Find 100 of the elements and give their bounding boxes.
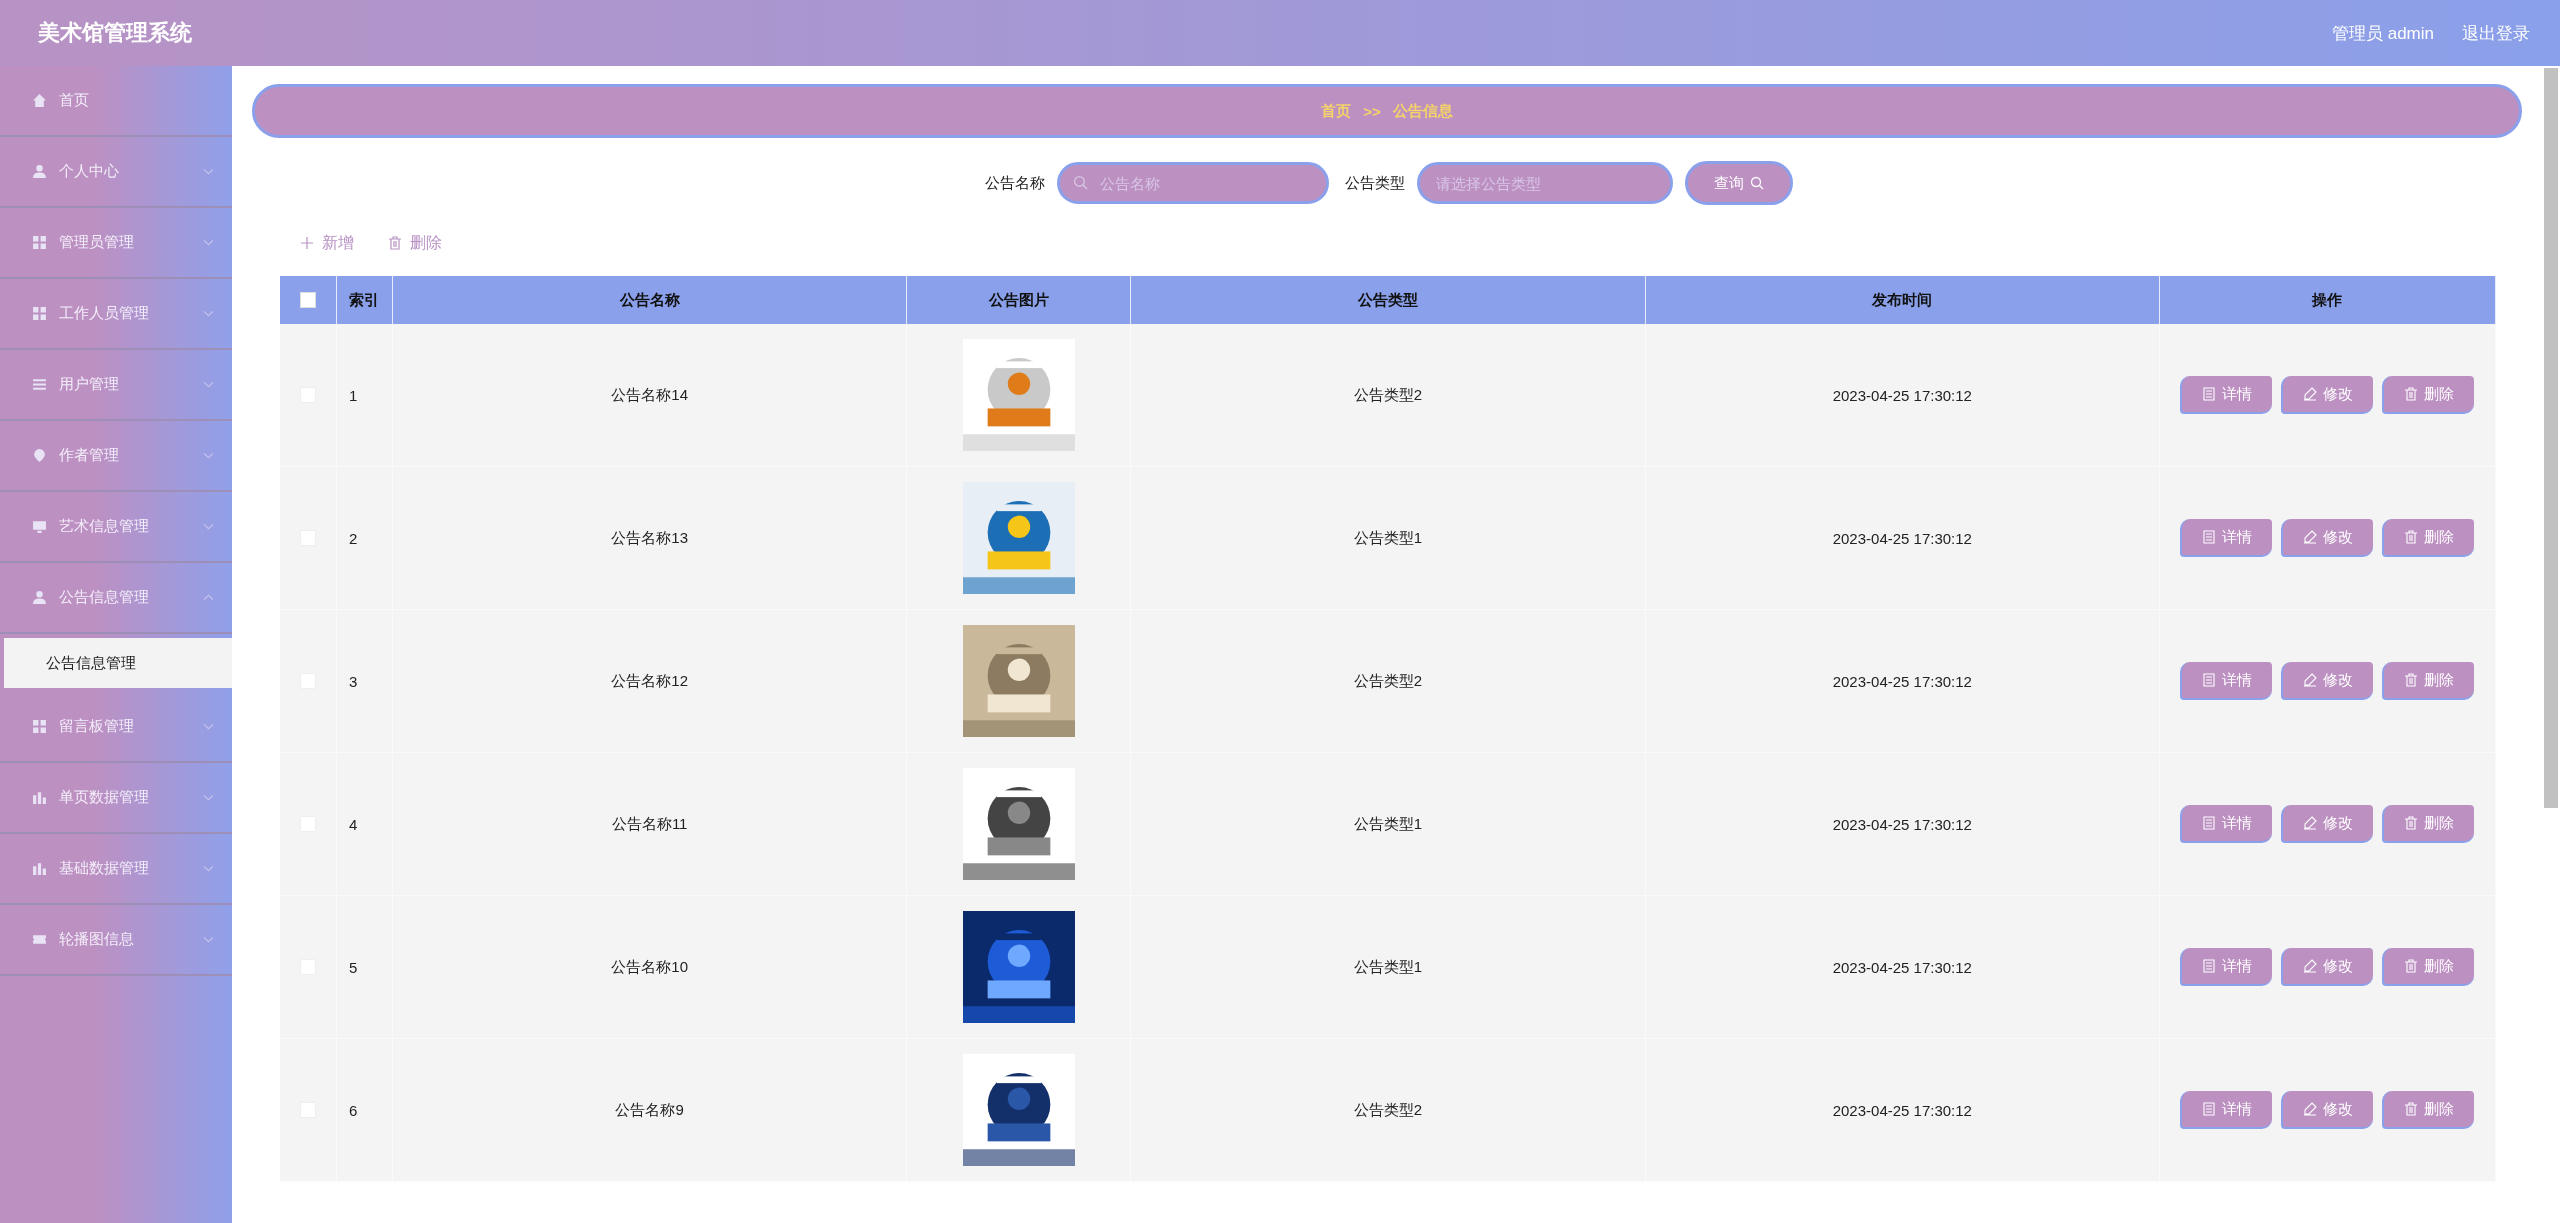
chevron-icon	[203, 723, 214, 730]
table-cell: 公告类型1	[1353, 528, 1423, 548]
menu-item[interactable]: 管理员管理	[0, 208, 232, 279]
row-action-button[interactable]: 删除	[2382, 376, 2475, 414]
chevron-icon	[203, 381, 214, 388]
ticket-icon	[32, 932, 47, 947]
chevron-icon	[203, 452, 214, 459]
row-action-button[interactable]: 修改	[2281, 805, 2374, 843]
user-icon	[32, 164, 47, 179]
menu-item[interactable]: 留言板管理	[0, 692, 232, 763]
pencil-icon	[2303, 673, 2318, 687]
table-cell: 公告类型2	[1353, 671, 1423, 691]
chevron-icon	[203, 794, 214, 801]
chevron-icon	[203, 168, 214, 175]
row-action-button[interactable]: 详情	[2180, 1091, 2273, 1129]
menu-item[interactable]: 工作人员管理	[0, 279, 232, 350]
search-icon	[1073, 175, 1088, 190]
pencil-icon	[2303, 530, 2318, 544]
document-icon	[2202, 530, 2217, 544]
chevron-icon	[203, 310, 214, 317]
query-button[interactable]: 查询	[1685, 161, 1793, 205]
row-action-button[interactable]: 详情	[2180, 805, 2273, 843]
table-cell: 公告类型1	[1353, 814, 1423, 834]
pencil-icon	[2303, 816, 2318, 830]
scrollbar[interactable]	[2544, 68, 2558, 808]
search-icon	[1750, 176, 1764, 190]
row-action-button[interactable]: 修改	[2281, 1091, 2374, 1129]
row-action-button[interactable]: 详情	[2180, 376, 2273, 414]
menu-item[interactable]: 作者管理	[0, 421, 232, 492]
table-cell: 4	[349, 815, 358, 833]
row-action-button[interactable]: 删除	[2382, 519, 2475, 557]
table-cell: 公告名称13	[611, 528, 688, 548]
table-cell: 公告名称11	[611, 814, 688, 834]
table-cell: 2023-04-25 17:30:12	[1832, 1101, 1972, 1119]
admin-name: 管理员 admin	[2331, 22, 2434, 45]
grid-icon	[32, 306, 47, 321]
menu-item[interactable]: 艺术信息管理	[0, 492, 232, 563]
table-cell: 2023-04-25 17:30:12	[1832, 529, 1972, 547]
trash-icon	[2404, 673, 2419, 687]
row-action-button[interactable]: 详情	[2180, 662, 2273, 700]
table-cell: 2	[349, 529, 358, 547]
pencil-icon	[2303, 387, 2318, 401]
breadcrumb-item[interactable]: 首页	[1321, 101, 1352, 121]
table-cell: 公告名称12	[611, 671, 688, 691]
pencil-icon	[2303, 1102, 2318, 1116]
menu-item[interactable]: 公告信息管理	[0, 563, 232, 634]
home-icon	[32, 93, 47, 108]
logout-link[interactable]: 退出登录	[2462, 21, 2530, 45]
field-label: 公告类型	[1345, 173, 1405, 193]
pin-icon	[32, 448, 47, 463]
table-cell: 1	[349, 386, 358, 404]
list-icon	[32, 377, 47, 392]
table-cell: 公告类型2	[1353, 385, 1423, 405]
row-action-button[interactable]: 删除	[2382, 948, 2475, 986]
table-cell: 2023-04-25 17:30:12	[1832, 958, 1972, 976]
chevron-icon	[203, 936, 214, 943]
chart-icon	[32, 790, 47, 805]
breadcrumb-item: >>	[1363, 102, 1381, 120]
select-all-checkbox[interactable]	[300, 292, 316, 308]
row-action-button[interactable]: 详情	[2180, 519, 2273, 557]
chevron-icon	[203, 865, 214, 872]
table-cell: 公告名称14	[611, 385, 688, 405]
breadcrumb-item[interactable]: 公告信息	[1392, 101, 1453, 121]
trash-icon	[388, 236, 402, 250]
table-cell: 公告名称10	[611, 957, 688, 977]
document-icon	[2202, 959, 2217, 973]
row-action-button[interactable]: 修改	[2281, 376, 2374, 414]
table-cell: 2023-04-25 17:30:12	[1832, 386, 1972, 404]
row-action-button[interactable]: 删除	[2382, 662, 2475, 700]
menu-item[interactable]: 轮播图信息	[0, 905, 232, 976]
trash-icon	[2404, 387, 2419, 401]
table-cell: 公告类型2	[1353, 1100, 1423, 1120]
chevron-icon	[203, 239, 214, 246]
grid-icon	[32, 719, 47, 734]
table-cell: 2023-04-25 17:30:12	[1832, 672, 1972, 690]
row-action-button[interactable]: 修改	[2281, 948, 2374, 986]
menu-item[interactable]: 用户管理	[0, 350, 232, 421]
submenu-item[interactable]: 公告信息管理	[4, 638, 232, 688]
table-cell: 6	[349, 1101, 358, 1119]
menu-item[interactable]: 单页数据管理	[0, 763, 232, 834]
grid-icon	[32, 235, 47, 250]
menu-item[interactable]: 基础数据管理	[0, 834, 232, 905]
row-action-button[interactable]: 详情	[2180, 948, 2273, 986]
menu-item[interactable]: 个人中心	[0, 137, 232, 208]
row-action-button[interactable]: 删除	[2382, 805, 2475, 843]
menu-item[interactable]: 首页	[0, 66, 232, 137]
row-action-button[interactable]: 修改	[2281, 519, 2374, 557]
trash-icon	[2404, 530, 2419, 544]
chevron-icon	[203, 523, 214, 530]
plus-icon	[300, 236, 314, 250]
toolbar-button[interactable]: 新增	[300, 228, 354, 258]
document-icon	[2202, 387, 2217, 401]
row-action-button[interactable]: 修改	[2281, 662, 2374, 700]
trash-icon	[2404, 1102, 2419, 1116]
table-cell: 公告名称9	[615, 1100, 684, 1120]
toolbar-button[interactable]: 删除	[388, 228, 442, 258]
document-icon	[2202, 1102, 2217, 1116]
chevron-icon	[203, 594, 214, 601]
monitor-icon	[32, 519, 47, 534]
row-action-button[interactable]: 删除	[2382, 1091, 2475, 1129]
